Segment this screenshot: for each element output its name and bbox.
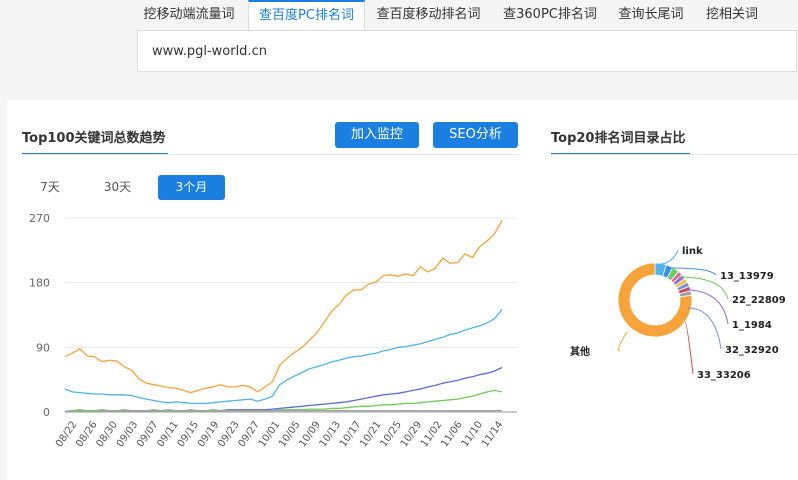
leader-line bbox=[684, 321, 694, 375]
tab-bar: 挖移动端流量词 查百度PC排名词 查百度移动排名词 查360PC排名词 查询长尾… bbox=[0, 0, 798, 30]
tab-360-pc-rank[interactable]: 查360PC排名词 bbox=[492, 0, 608, 30]
range-30d-button[interactable]: 30天 bbox=[95, 175, 140, 200]
y-tick-label: 0 bbox=[43, 406, 50, 419]
donut-label: 1_1984 bbox=[732, 320, 772, 331]
tab-related-words[interactable]: 挖相关词 bbox=[694, 0, 770, 30]
seo-analysis-button[interactable]: SEO分析 bbox=[433, 122, 518, 148]
add-monitor-button[interactable]: 加入监控 bbox=[335, 122, 419, 148]
trend-title: Top100关键词总数趋势 bbox=[22, 131, 166, 146]
trend-divider bbox=[22, 154, 519, 155]
series-line bbox=[64, 308, 503, 405]
leader-line bbox=[618, 331, 628, 352]
tab-baidu-pc-rank[interactable]: 查百度PC排名词 bbox=[248, 0, 365, 30]
domain-search-box bbox=[137, 30, 797, 72]
donut-divider bbox=[551, 154, 798, 155]
domain-input[interactable] bbox=[138, 31, 796, 71]
tab-mobile-traffic[interactable]: 挖移动端流量词 bbox=[130, 0, 248, 30]
trend-line-chart: 09018027008/2208/2608/3009/0309/0709/110… bbox=[29, 212, 517, 449]
leader-line bbox=[687, 307, 722, 350]
series-line bbox=[64, 409, 502, 412]
donut-label: 13_13979 bbox=[720, 271, 774, 282]
range-7d-button[interactable]: 7天 bbox=[30, 175, 70, 200]
tab-baidu-mobile-rank[interactable]: 查百度移动排名词 bbox=[365, 0, 492, 30]
series-line bbox=[65, 366, 503, 412]
x-tick-label: 11/14 bbox=[480, 419, 506, 449]
leader-line bbox=[659, 249, 679, 265]
donut-label: link bbox=[682, 246, 703, 257]
tab-longtail[interactable]: 查询长尾词 bbox=[608, 0, 694, 30]
y-tick-label: 90 bbox=[36, 341, 50, 354]
category-donut-chart: link 13_13979 22_22809 1_1984 32_32920 33_332… bbox=[570, 246, 786, 381]
range-3m-button[interactable]: 3个月 bbox=[158, 175, 225, 200]
donut-label: 33_33206 bbox=[697, 370, 751, 381]
donut-label: 其他 bbox=[570, 345, 590, 358]
donut-label: 22_22809 bbox=[732, 295, 786, 306]
series-line bbox=[64, 219, 503, 394]
leader-line bbox=[685, 289, 729, 325]
y-tick-label: 180 bbox=[29, 277, 50, 290]
donut-label: 32_32920 bbox=[725, 345, 779, 356]
donut-title: Top20排名词目录占比 bbox=[551, 131, 686, 146]
y-tick-label: 270 bbox=[29, 212, 50, 225]
